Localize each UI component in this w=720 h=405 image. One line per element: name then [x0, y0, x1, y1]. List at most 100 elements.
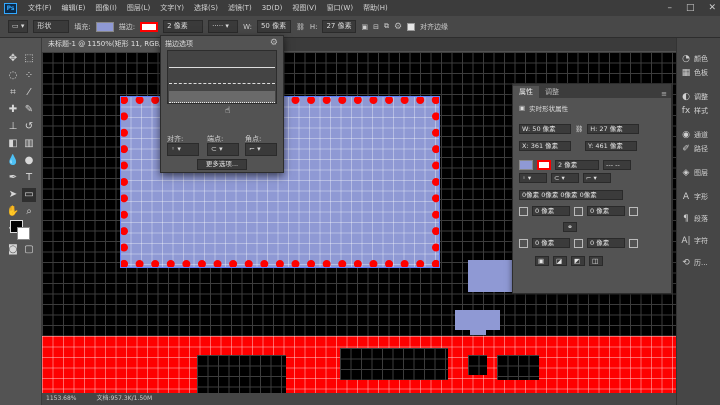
gradient-tool-icon[interactable]: ▥: [22, 137, 36, 151]
zoom-tool-icon[interactable]: ⌕: [22, 205, 36, 219]
gear-icon[interactable]: ⚙: [270, 38, 278, 48]
props-corners-all[interactable]: 0像素 0像素 0像素 0像素: [519, 190, 623, 200]
w-label: W:: [243, 22, 252, 31]
props-caps-dropdown[interactable]: ⊂ ▾: [551, 173, 579, 183]
menu-select[interactable]: 选择(S): [189, 3, 223, 13]
artboard-tool-icon[interactable]: ⬚: [22, 52, 36, 66]
menu-filter[interactable]: 滤镜(T): [223, 3, 257, 13]
rectangle-tool-icon[interactable]: ▭: [22, 188, 36, 202]
minimize-icon[interactable]: –: [667, 3, 672, 13]
props-stroke-width[interactable]: 2 像素: [555, 160, 599, 170]
stroke-width-field[interactable]: 2 像素: [163, 20, 204, 33]
menu-type[interactable]: 文字(Y): [155, 3, 189, 13]
stroke-swatch[interactable]: [140, 21, 159, 32]
path-align-icon[interactable]: ⊟: [373, 23, 379, 31]
maximize-icon[interactable]: □: [686, 3, 695, 13]
panel-paths[interactable]: ✐ 路径: [681, 142, 720, 156]
brush-tool-icon[interactable]: ✎: [22, 103, 36, 117]
path-ops-icon[interactable]: ▣: [361, 23, 368, 31]
type-tool-icon[interactable]: T: [22, 171, 36, 185]
props-corners-dropdown[interactable]: ⌐ ▾: [583, 173, 611, 183]
panel-glyphs[interactable]: A 字形: [681, 190, 720, 204]
quick-select-icon[interactable]: ⁘: [22, 69, 36, 83]
link-icon[interactable]: ⛓: [575, 125, 583, 133]
more-options-button[interactable]: 更多选项...: [197, 159, 247, 170]
props-stroke-type[interactable]: --- --: [603, 160, 631, 170]
crop-tool-icon[interactable]: ⌗: [6, 86, 20, 100]
stamp-tool-icon[interactable]: ⊥: [6, 120, 20, 134]
panel-channels[interactable]: ◉ 通道: [681, 128, 720, 142]
stroke-dotted-option[interactable]: [169, 91, 275, 103]
corner-br-field[interactable]: 0 像素: [587, 238, 625, 248]
corners-dropdown[interactable]: ⌐ ▾: [245, 143, 277, 156]
tab-adjustments[interactable]: 调整: [539, 86, 565, 98]
stroke-dashed-option[interactable]: [169, 72, 275, 84]
gear-icon[interactable]: ⚙: [394, 22, 402, 32]
path-select-icon[interactable]: ➤: [6, 188, 20, 202]
props-stroke-swatch[interactable]: [537, 160, 551, 170]
panel-history[interactable]: ⟲ 历...: [681, 256, 720, 270]
tool-preset-picker[interactable]: ▭ ▾: [8, 20, 29, 33]
align-dropdown[interactable]: ◦ ▾: [167, 143, 199, 156]
path-ops-combine-icon[interactable]: ▣: [535, 256, 549, 266]
width-field[interactable]: 50 像素: [256, 20, 291, 33]
tab-properties[interactable]: 属性: [513, 86, 539, 98]
path-ops-intersect-icon[interactable]: ◩: [571, 256, 585, 266]
path-arrange-icon[interactable]: ⧉: [384, 22, 389, 31]
stroke-solid-option[interactable]: [169, 56, 275, 68]
hand-tool-icon[interactable]: ✋: [6, 205, 20, 219]
props-y-field[interactable]: Y: 461 像素: [585, 141, 637, 151]
corner-bl-field[interactable]: 0 像素: [532, 238, 570, 248]
menu-window[interactable]: 窗口(W): [322, 3, 358, 13]
panel-swatches[interactable]: ▦ 色板: [681, 66, 720, 80]
quick-mask-icon[interactable]: ◙: [6, 243, 20, 257]
props-x-field[interactable]: X: 361 像素: [519, 141, 571, 151]
caps-dropdown[interactable]: ⊂ ▾: [207, 143, 239, 156]
panel-styles[interactable]: fx 样式: [681, 104, 720, 118]
height-field[interactable]: 27 像素: [322, 20, 357, 33]
menu-edit[interactable]: 编辑(E): [57, 3, 91, 13]
menu-view[interactable]: 视图(V): [287, 3, 321, 13]
fill-swatch[interactable]: [95, 21, 114, 32]
props-width-field[interactable]: W: 50 像素: [519, 124, 571, 134]
panel-menu-icon[interactable]: ≡: [661, 90, 671, 98]
path-ops-exclude-icon[interactable]: ◫: [589, 256, 603, 266]
path-ops-subtract-icon[interactable]: ◪: [553, 256, 567, 266]
eraser-tool-icon[interactable]: ◧: [6, 137, 20, 151]
stroke-type-dropdown[interactable]: ····· ▾: [208, 20, 239, 33]
cursor-icon: ☝: [225, 106, 231, 116]
background-color-swatch[interactable]: [17, 227, 30, 240]
menu-layer[interactable]: 图层(L): [122, 3, 155, 13]
menu-file[interactable]: 文件(F): [23, 3, 57, 13]
link-corners-icon[interactable]: ⚭: [563, 222, 577, 232]
menu-help[interactable]: 帮助(H): [358, 3, 393, 13]
corner-tl-field[interactable]: 0 像素: [532, 206, 570, 216]
props-fill-swatch[interactable]: [519, 160, 533, 170]
move-tool-icon[interactable]: ✥: [6, 52, 20, 66]
menu-image[interactable]: 图像(I): [90, 3, 122, 13]
align-edges-checkbox[interactable]: [407, 22, 416, 31]
props-align-dropdown[interactable]: ◦ ▾: [519, 173, 547, 183]
screen-mode-icon[interactable]: ▢: [22, 243, 36, 257]
panel-paragraph[interactable]: ¶ 段落: [681, 212, 720, 226]
menu-3d[interactable]: 3D(D): [257, 4, 288, 12]
dodge-tool-icon[interactable]: ●: [22, 154, 36, 168]
panel-adjustments[interactable]: ◐ 调整: [681, 90, 720, 104]
eyedropper-tool-icon[interactable]: ⁄: [22, 86, 36, 100]
lasso-tool-icon[interactable]: ◌: [6, 69, 20, 83]
pen-tool-icon[interactable]: ✒: [6, 171, 20, 185]
history-brush-icon[interactable]: ↺: [22, 120, 36, 134]
zoom-level[interactable]: 1153.68%: [46, 395, 77, 402]
props-height-field[interactable]: H: 27 像素: [587, 124, 640, 134]
close-icon[interactable]: ✕: [708, 3, 716, 13]
corner-tr-field[interactable]: 0 像素: [587, 206, 625, 216]
tools-panel: ✥ ⬚ ◌ ⁘ ⌗ ⁄ ✚ ✎ ⊥ ↺ ◧ ▥ 💧 ● ✒ T ➤ ▭ ✋ ⌕ …: [0, 38, 42, 405]
healing-brush-icon[interactable]: ✚: [6, 103, 20, 117]
blur-tool-icon[interactable]: 💧: [6, 154, 20, 168]
shape-mode-dropdown[interactable]: 形状: [33, 20, 70, 33]
link-icon[interactable]: ⛓: [296, 23, 305, 31]
panel-character[interactable]: A| 字符: [681, 234, 720, 248]
panel-layers[interactable]: ◈ 图层: [681, 166, 720, 180]
options-bar: ▭ ▾ 形状 填充: 描边: 2 像素 ····· ▾ W: 50 像素 ⛓ H…: [0, 16, 720, 38]
panel-color[interactable]: ◔ 颜色: [681, 52, 720, 66]
